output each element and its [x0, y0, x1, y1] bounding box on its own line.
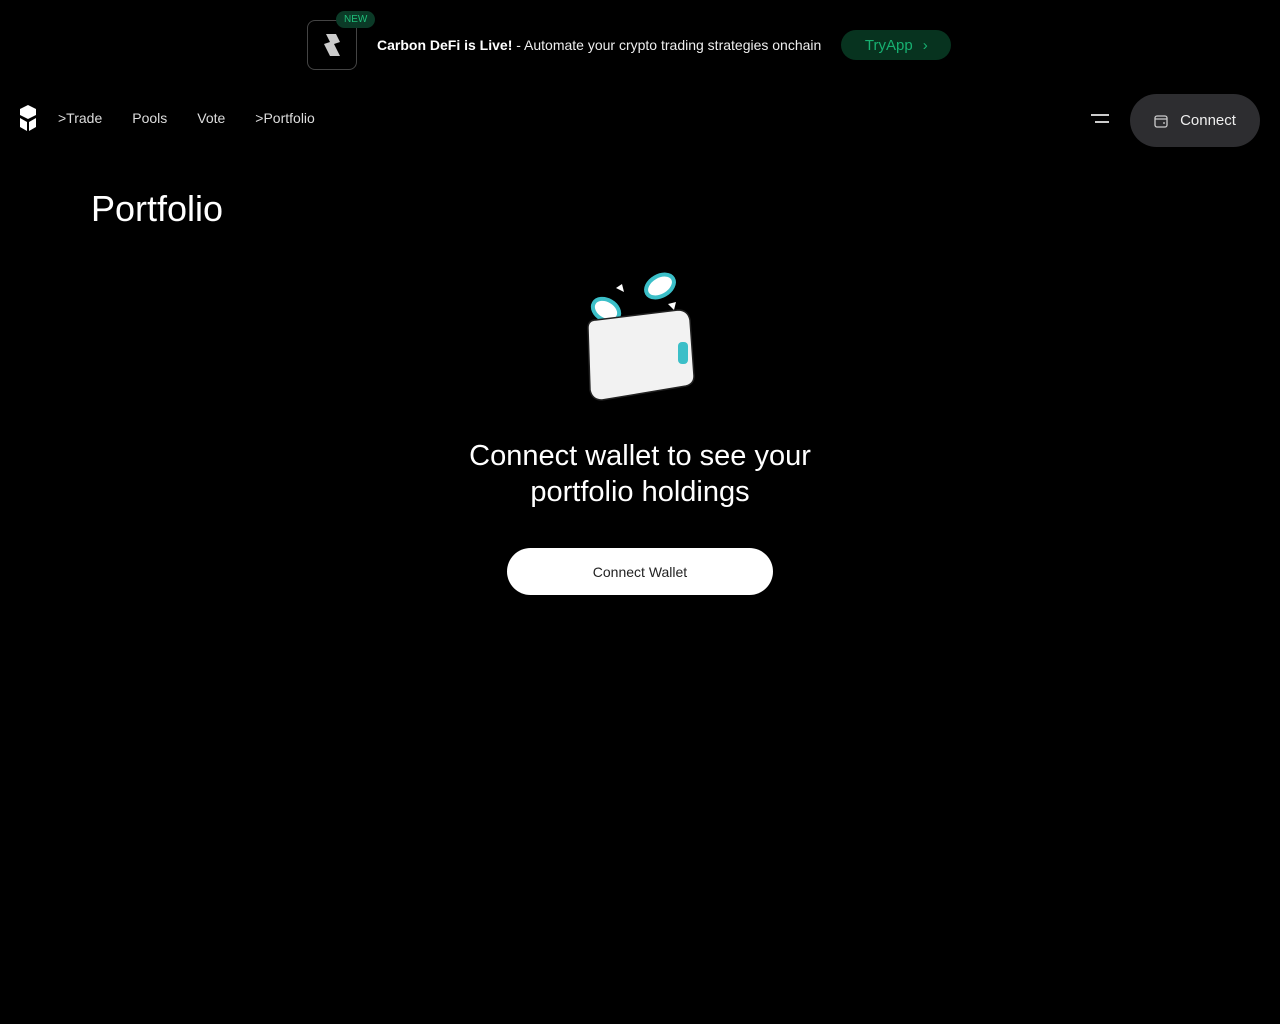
wallet-icon: [1154, 114, 1168, 128]
new-badge: NEW: [336, 11, 376, 28]
chevron-right-icon: ›: [922, 36, 928, 54]
banner-description: - Automate your crypto trading strategie…: [512, 37, 822, 53]
nav-vote[interactable]: Vote: [197, 110, 225, 126]
try-app-label: TryApp: [864, 36, 913, 54]
nav-pools[interactable]: Pools: [132, 110, 167, 126]
nav-trade[interactable]: >Trade: [58, 110, 102, 126]
message-line-1: Connect wallet to see your: [469, 440, 811, 472]
banner-text: Carbon DeFi is Live! - Automate your cry…: [377, 37, 821, 53]
try-app-button[interactable]: TryApp ›: [841, 30, 952, 60]
bancor-logo-icon[interactable]: [18, 104, 38, 132]
message-line-2: portfolio holdings: [530, 476, 750, 508]
connect-wallet-button[interactable]: Connect Wallet: [507, 548, 773, 595]
wallet-illustration: [587, 272, 695, 401]
main-nav: >Trade Pools Vote >Portfolio: [18, 104, 315, 132]
connect-button[interactable]: Connect: [1130, 94, 1260, 147]
nav-portfolio[interactable]: >Portfolio: [255, 110, 315, 126]
announcement-banner: NEW Carbon DeFi is Live! - Automate your…: [307, 11, 952, 70]
banner-title: Carbon DeFi is Live!: [377, 37, 513, 53]
carbon-logo: NEW: [307, 11, 376, 70]
connect-message: Connect wallet to see your portfolio hold…: [0, 438, 1280, 510]
carbon-logo-icon: [324, 34, 340, 56]
connect-label: Connect: [1180, 112, 1236, 129]
page-title: Portfolio: [91, 188, 224, 229]
menu-icon[interactable]: [1090, 113, 1110, 125]
